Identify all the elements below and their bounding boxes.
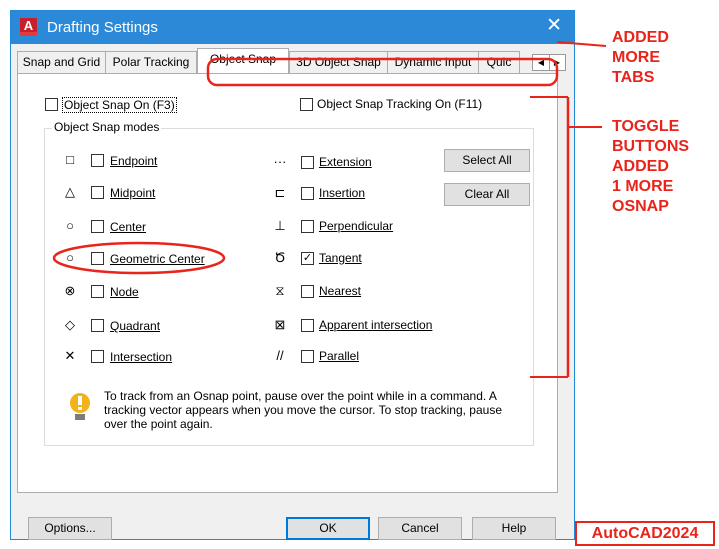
geometric-center-highlight-outline [52,241,226,275]
tabs-pointer-line [556,41,607,47]
tabs-highlight-outline [206,57,559,87]
toggle-note: TOGGLE BUTTONS ADDED 1 MORE OSNAP [612,118,690,215]
tabs-note: ADDED MORE TABS [612,29,669,86]
version-badge: AutoCAD2024 [575,521,715,546]
